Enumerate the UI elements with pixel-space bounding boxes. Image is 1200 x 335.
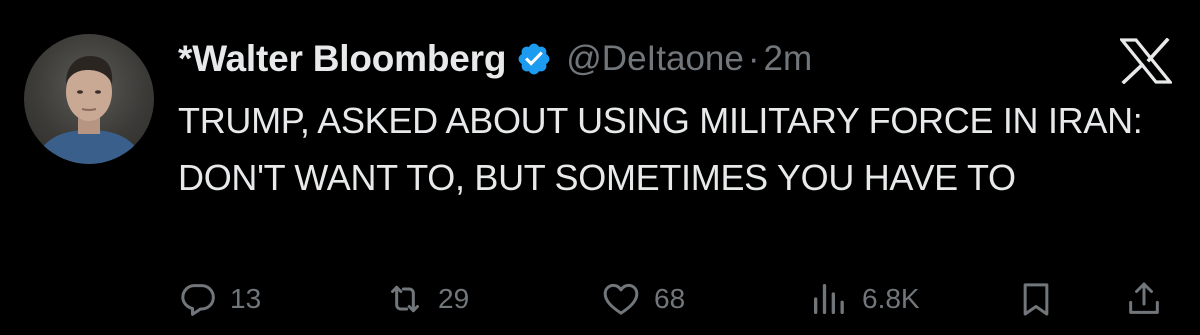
separator-dot: · [747,39,760,78]
views-icon [808,279,850,319]
repost-button[interactable]: 29 [384,276,469,322]
action-bar: 13 29 68 6.8K [0,276,1200,322]
like-button[interactable]: 68 [600,276,685,322]
reply-count: 13 [230,283,262,314]
tweet-card[interactable]: *Walter Bloomberg @DeItaone · 2m TRUMP, … [0,0,1200,335]
verified-badge-icon[interactable] [516,41,552,77]
bookmark-icon [1016,279,1056,319]
share-icon [1124,279,1164,319]
reply-button[interactable]: 13 [178,276,261,322]
reply-icon [178,279,218,319]
share-button[interactable] [1124,276,1164,322]
views-button[interactable]: 6.8K [808,276,920,322]
avatar[interactable] [24,34,154,164]
x-logo-icon [1118,37,1174,85]
timestamp[interactable]: 2m [764,39,813,79]
views-count: 6.8K [862,283,920,314]
display-name[interactable]: *Walter Bloomberg [178,38,506,80]
repost-icon [384,279,426,319]
bookmark-button[interactable] [1016,276,1056,322]
like-count: 68 [654,283,686,314]
tweet-text: TRUMP, ASKED ABOUT USING MILITARY FORCE … [178,100,1143,198]
author-handle[interactable]: @DeItaone [566,39,744,79]
repost-count: 29 [438,283,470,314]
tweet-header: *Walter Bloomberg @DeItaone · 2m [178,34,812,84]
like-icon [600,279,642,319]
